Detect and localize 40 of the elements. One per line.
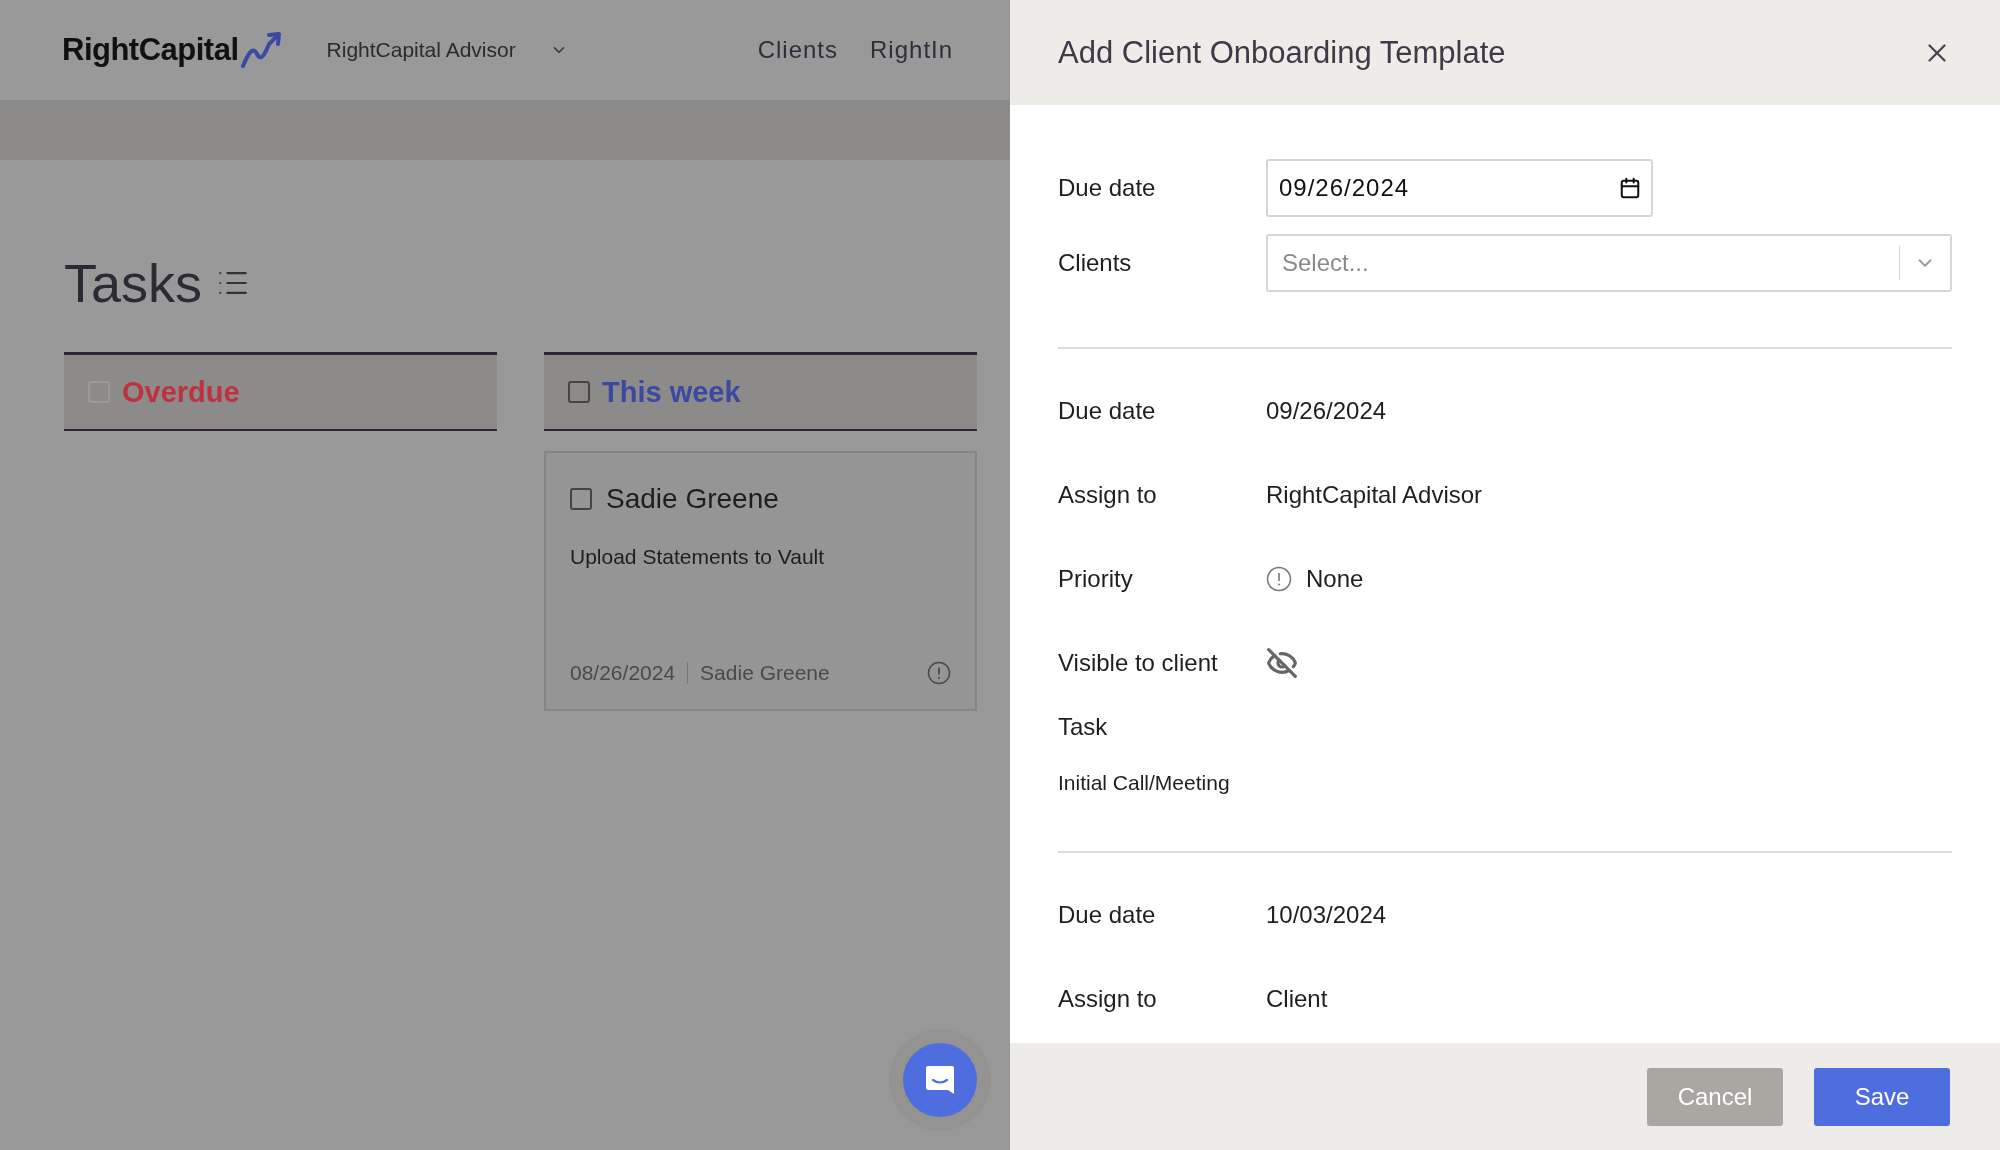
field-value: None <box>1306 565 1364 593</box>
cancel-button[interactable]: Cancel <box>1647 1067 1783 1126</box>
task-assignee: Sadie Greene <box>700 661 830 685</box>
nav-link[interactable]: RightIn <box>870 36 954 64</box>
page-title: Tasks <box>64 252 203 314</box>
task-date: 08/26/2024 <box>570 661 676 685</box>
clients-select[interactable]: Select... <box>1266 234 1952 292</box>
logo-text: RightCapital <box>62 32 239 68</box>
field-value: RightCapital Advisor <box>1266 481 1483 509</box>
task-description: Upload Statements to Vault <box>570 545 826 569</box>
field-value: 10/03/2024 <box>1266 901 1387 929</box>
priority-icon <box>1266 566 1292 592</box>
alert-icon <box>927 661 951 685</box>
date-field[interactable]: 09/26/2024 <box>1266 159 1653 217</box>
checkbox[interactable] <box>568 381 590 403</box>
column-title: This week <box>602 375 741 409</box>
field-value: 09/26/2024 <box>1266 397 1387 425</box>
save-button[interactable]: Save <box>1814 1067 1950 1126</box>
logo-arrow-icon <box>240 32 283 68</box>
panel-title: Add Client Onboarding Template <box>1058 34 1506 71</box>
field-label: Assign to <box>1058 481 1158 509</box>
field-value: Client <box>1266 985 1328 1013</box>
advisor-dropdown[interactable]: RightCapital Advisor <box>326 38 568 62</box>
field-label: Assign to <box>1058 985 1158 1013</box>
task-name: Initial Call/Meeting <box>1058 771 1231 795</box>
column-title: Overdue <box>122 375 240 409</box>
calendar-icon[interactable] <box>1619 177 1641 199</box>
nav-link[interactable]: Clients <box>757 36 838 64</box>
field-label: Due date <box>1058 174 1157 202</box>
checkbox[interactable] <box>570 488 592 510</box>
task-card[interactable]: Sadie Greene Upload Statements to Vault 08/26/2024 Sadie Greene <box>544 451 977 711</box>
field-label: Visible to client <box>1058 649 1219 677</box>
field-label: Due date <box>1058 901 1157 929</box>
field-label: Clients <box>1058 249 1133 277</box>
field-label: Due date <box>1058 397 1157 425</box>
chat-bubble-icon <box>923 1063 957 1097</box>
field-label: Priority <box>1058 565 1134 593</box>
eye-slash-icon[interactable] <box>1266 647 1298 679</box>
client-name: Sadie Greene <box>606 483 779 515</box>
section-heading: Task <box>1058 713 1109 741</box>
